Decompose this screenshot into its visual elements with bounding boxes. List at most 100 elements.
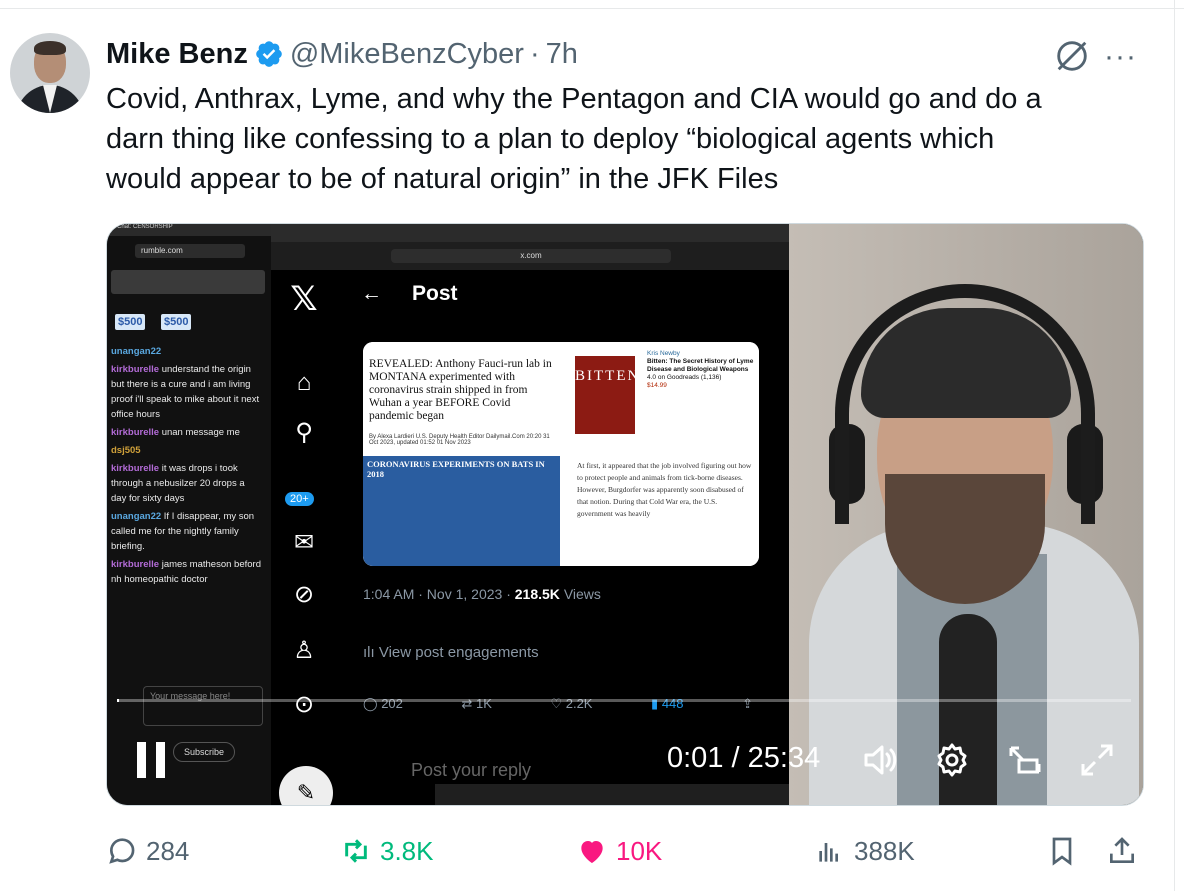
- tweet-text-line: Covid, Anthrax, Lyme, and why the Pentag…: [106, 83, 1042, 115]
- chat-message: kirkburelle understand the origin but th…: [111, 362, 261, 422]
- grok-icon[interactable]: [1053, 37, 1091, 75]
- chat-input: Your message here!: [143, 686, 263, 726]
- book-cover: BITTEN: [575, 356, 638, 434]
- views-action[interactable]: 388K: [814, 828, 915, 874]
- book-price: $14.99: [647, 382, 667, 389]
- article-screenshot: REVEALED: Anthony Fauci-run lab in MONTA…: [363, 342, 560, 566]
- article-photo-band: CORONAVIRUS EXPERIMENTS ON BATS IN 2018: [363, 456, 560, 566]
- chat-message: dsj505: [111, 443, 261, 458]
- chat-message: kirkburelle unan message me: [111, 425, 261, 440]
- book-author: Kris Newby: [647, 350, 680, 357]
- chat-window-title: Chat: CENSORSHIP: [107, 224, 271, 236]
- tip-badge: $500: [115, 314, 146, 330]
- view-engagements-link: ılı View post engagements: [363, 644, 539, 661]
- chat-user: kirkburelle: [111, 427, 160, 438]
- settings-gear-icon[interactable]: [932, 740, 972, 780]
- x-logo-icon: 𝕏: [290, 280, 318, 318]
- video-player[interactable]: Chat: CENSORSHIP rumble.com $500 $500 un…: [106, 223, 1144, 806]
- post-timestamp: 1:04 AM · Nov 1, 2023 · 218.5K Views: [363, 586, 601, 602]
- fullscreen-icon[interactable]: [1077, 740, 1117, 780]
- video-progress-bar[interactable]: [117, 699, 1131, 702]
- back-arrow-icon: ←: [361, 282, 382, 305]
- avatar-hair: [34, 41, 66, 55]
- chat-user: unangan22: [111, 511, 162, 522]
- tip-badge: $500: [161, 314, 192, 330]
- article-byline: By Alexa Lardieri U.S. Deputy Health Edi…: [369, 434, 550, 446]
- repost-action[interactable]: 3.8K: [340, 828, 434, 874]
- more-nav-icon: ⊙: [293, 691, 315, 718]
- chat-text: unan message me: [161, 427, 240, 438]
- chat-user: unangan22: [111, 346, 162, 357]
- browser-address-bar: x.com: [271, 242, 789, 270]
- volume-icon[interactable]: [860, 740, 900, 780]
- embedded-browser-window: x.com 𝕏 ⌂ ⚲ 20+ ✉ ⊘ ♙ ⊙ ✎ ← Post REVEALED…: [271, 224, 953, 805]
- share-icon[interactable]: [1106, 834, 1138, 868]
- chat-user: dsj505: [111, 445, 141, 456]
- book-full-title: Bitten: The Secret History of Lyme Disea…: [647, 358, 754, 373]
- right-divider: [1174, 0, 1175, 891]
- embedded-chat-window: Chat: CENSORSHIP rumble.com $500 $500 un…: [107, 224, 271, 805]
- more-options-icon[interactable]: ···: [1104, 40, 1137, 74]
- x-sidebar-nav: 𝕏 ⌂ ⚲ 20+ ✉ ⊘ ♙ ⊙ ✎: [271, 270, 343, 805]
- author-handle[interactable]: @MikeBenzCyber: [290, 38, 524, 71]
- repost-count: 3.8K: [380, 835, 434, 866]
- chat-search-box: [111, 270, 265, 294]
- article-band-title: CORONAVIRUS EXPERIMENTS ON BATS IN 2018: [367, 459, 545, 479]
- chat-message-list: unangan22 kirkburelle understand the ori…: [111, 344, 261, 590]
- chat-user: kirkburelle: [111, 559, 160, 570]
- analytics-icon: [819, 843, 838, 862]
- reply-count: 284: [146, 835, 190, 866]
- chat-message: kirkburelle james matheson beford nh hom…: [111, 557, 261, 587]
- tweet-header: Mike Benz @MikeBenzCyber · 7h: [106, 34, 578, 74]
- article-headline: REVEALED: Anthony Fauci-run lab in MONTA…: [369, 358, 552, 422]
- header-separator: ·: [529, 37, 540, 70]
- repost-icon: [345, 839, 367, 863]
- reply-action[interactable]: 284: [106, 828, 189, 874]
- post-image-collage: REVEALED: Anthony Fauci-run lab in MONTA…: [363, 342, 759, 566]
- chat-user: kirkburelle: [111, 364, 160, 375]
- top-divider: [0, 8, 1184, 9]
- book-screenshot: BITTEN Kris Newby Bitten: The Secret His…: [563, 342, 759, 566]
- messages-icon: ✉: [293, 529, 315, 556]
- chat-message: unangan22: [111, 344, 261, 359]
- book-rating: 4.0 on Goodreads (1,136): [647, 374, 722, 381]
- heart-icon: [581, 841, 603, 863]
- search-icon: ⚲: [295, 419, 313, 446]
- notifications-badge: 20+: [285, 492, 314, 506]
- picture-in-picture-icon[interactable]: [1005, 740, 1045, 780]
- views-count: 388K: [854, 835, 915, 866]
- reply-icon: [109, 838, 135, 864]
- book-info: Kris Newby Bitten: The Secret History of…: [647, 350, 755, 390]
- chat-url: rumble.com: [135, 244, 245, 258]
- author-avatar[interactable]: [10, 33, 90, 113]
- browser-url: x.com: [391, 249, 671, 263]
- pause-icon-bar: [156, 742, 165, 778]
- book-excerpt: At first, it appeared that the job invol…: [577, 461, 752, 518]
- post-title: Post: [412, 282, 458, 305]
- tweet-action-bar: 284 3.8K 10K 388K: [106, 828, 1146, 874]
- video-progress-fill: [117, 699, 119, 702]
- tweet-time[interactable]: 7h: [546, 38, 578, 71]
- chat-message: kirkburelle it was drops i took through …: [111, 461, 261, 506]
- author-name[interactable]: Mike Benz: [106, 38, 248, 71]
- compose-icon: ✎: [279, 766, 333, 805]
- chat-subscribe-button: Subscribe: [173, 742, 235, 762]
- tweet-text-line: darn thing like confessing to a plan to …: [106, 123, 995, 155]
- bookmark-icon[interactable]: [1046, 834, 1078, 868]
- browser-tab-strip: [271, 224, 789, 242]
- grok-nav-icon: ⊘: [293, 581, 315, 608]
- post-header: ← Post: [361, 282, 458, 306]
- verified-badge-icon: [256, 41, 282, 67]
- like-action[interactable]: 10K: [576, 828, 662, 874]
- video-timecode: 0:01 / 25:34: [667, 742, 821, 774]
- chat-message: unangan22 If I disappear, my son called …: [111, 509, 261, 554]
- tweet-text: Covid, Anthrax, Lyme, and why the Pentag…: [106, 79, 1136, 199]
- chat-user: kirkburelle: [111, 463, 160, 474]
- pause-button[interactable]: [137, 742, 167, 778]
- tweet-text-line: would appear to be of natural origin” in…: [106, 163, 779, 195]
- pause-icon-bar: [137, 742, 146, 778]
- home-icon: ⌂: [296, 369, 312, 396]
- webcam-feed: [789, 224, 1143, 805]
- like-count: 10K: [616, 835, 663, 866]
- profile-icon: ♙: [293, 637, 315, 664]
